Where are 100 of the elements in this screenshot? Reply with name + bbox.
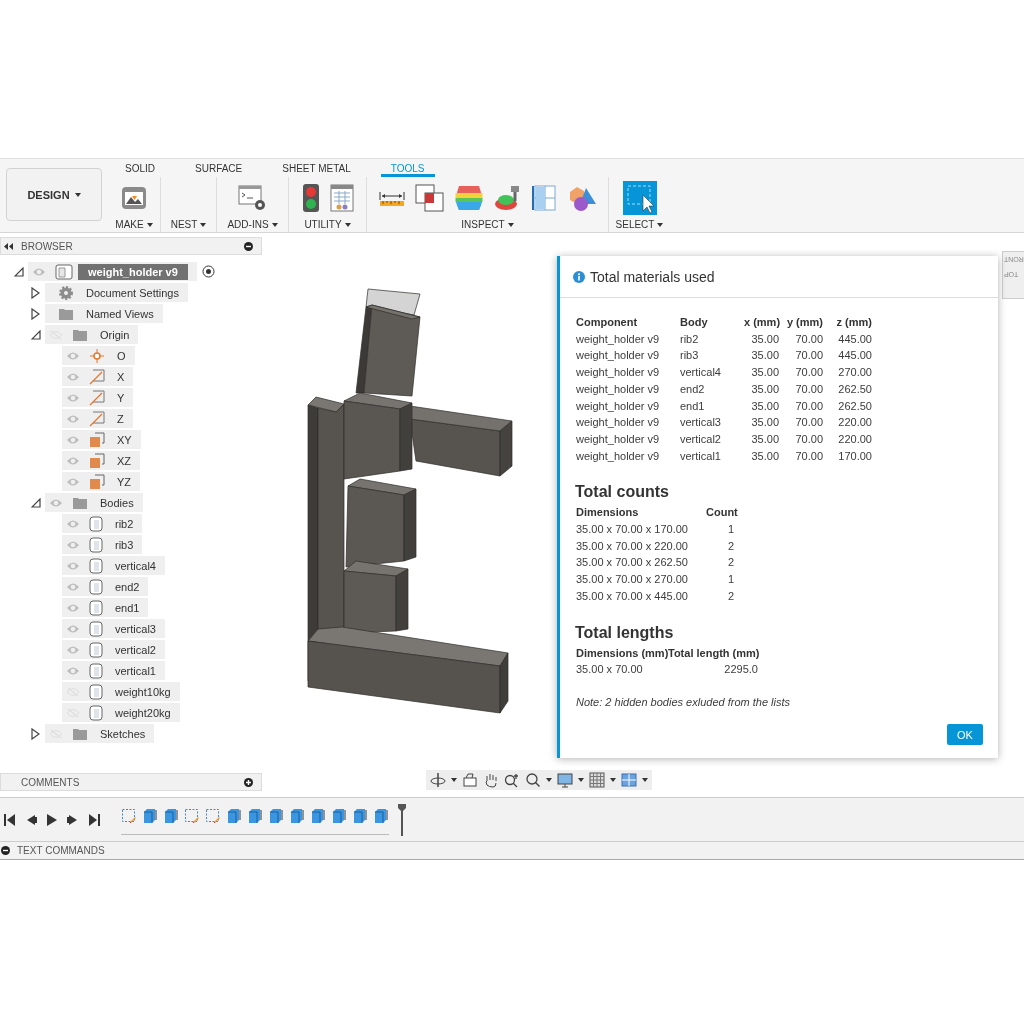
caret-icon (546, 778, 552, 782)
panel-title: TEXT COMMANDS (17, 845, 105, 856)
extrude-icon[interactable] (142, 808, 158, 824)
pan-hand-icon[interactable] (483, 772, 499, 788)
tree-item-label: Named Views (86, 307, 154, 320)
minus-circle-icon[interactable] (1, 846, 10, 855)
active-target-icon[interactable] (201, 265, 215, 278)
tree-item[interactable]: weight20kg (62, 703, 180, 722)
grid-icon[interactable] (589, 772, 605, 788)
table-cell-text: 2 (726, 588, 734, 604)
tree-item[interactable]: end2 (62, 577, 149, 596)
collapse-arrow-icon[interactable] (31, 727, 40, 740)
table-cell-text: 35.00 (750, 348, 779, 364)
overlap-squares-icon[interactable] (415, 184, 445, 212)
tree-item[interactable]: XZ (62, 451, 141, 470)
section-icon[interactable] (532, 184, 558, 212)
tab[interactable]: SOLID (115, 159, 165, 177)
body-icon (89, 599, 103, 616)
tree-item-label: XY (117, 433, 132, 446)
step-forward-icon[interactable] (67, 812, 79, 827)
extrude-icon[interactable] (268, 808, 284, 824)
extrude-icon[interactable] (331, 808, 347, 824)
toolbar-dropdown[interactable]: MAKE (115, 219, 153, 230)
tree-item[interactable]: rib3 (62, 535, 143, 554)
extrude-icon[interactable] (163, 808, 179, 824)
tree-item[interactable]: Origin (45, 325, 139, 344)
tree-item-label: Z (117, 412, 124, 425)
orbit-icon[interactable] (430, 772, 446, 788)
viewports-icon[interactable] (621, 772, 637, 788)
table-cell-text: 35.00 (750, 415, 779, 431)
toolbar-dropdown[interactable]: ADD-INS (227, 219, 278, 230)
extrude-icon[interactable] (310, 808, 326, 824)
tree-item[interactable]: rib2 (62, 514, 143, 533)
skip-start-icon[interactable] (4, 812, 16, 827)
extrude-icon[interactable] (289, 808, 305, 824)
sketch-icon[interactable] (121, 808, 137, 824)
toolbar-dropdown[interactable]: INSPECT (461, 219, 514, 230)
shapes-icon[interactable] (567, 184, 597, 212)
tab[interactable]: SHEET METAL (272, 159, 361, 177)
tree-item[interactable]: O (62, 346, 135, 365)
plane-icon (89, 473, 105, 490)
extrude-icon[interactable] (226, 808, 242, 824)
step-back-icon[interactable] (25, 812, 37, 827)
zoom-icon[interactable] (504, 772, 520, 788)
tree-item[interactable]: Document Settings (45, 283, 188, 302)
tree-item[interactable]: Bodies (45, 493, 143, 512)
minus-circle-icon[interactable] (244, 241, 253, 251)
tree-item[interactable]: weight_holder v9 (28, 262, 197, 281)
rainbow-barrel-icon[interactable] (454, 184, 484, 212)
script-gear-icon[interactable] (237, 184, 268, 212)
tree-item[interactable]: Named Views (45, 304, 163, 323)
tree-item[interactable]: vertical1 (62, 661, 165, 680)
tree-item[interactable]: vertical3 (62, 619, 165, 638)
note-text: Note: 2 hidden bodies exluded from the lists (576, 695, 792, 708)
workspace-dropdown[interactable]: DESIGN (6, 168, 102, 221)
collapse-arrow-icon[interactable] (31, 286, 40, 299)
tree-item[interactable]: Y (62, 388, 134, 407)
tree-item[interactable]: X (62, 367, 134, 386)
table-cell-text: 445.00 (837, 331, 872, 347)
tree-item[interactable]: vertical2 (62, 640, 165, 659)
extrude-icon[interactable] (247, 808, 263, 824)
toolbar-dropdown[interactable]: SELECT (615, 219, 664, 230)
skip-end-icon[interactable] (88, 812, 100, 827)
tab[interactable]: SURFACE (185, 159, 253, 177)
collapse-icon[interactable] (4, 242, 13, 250)
tree-item[interactable]: end1 (62, 598, 149, 617)
tree-item[interactable]: XY (62, 430, 141, 449)
extrude-icon[interactable] (352, 808, 368, 824)
extrude-icon[interactable] (373, 808, 389, 824)
tree-item[interactable]: vertical4 (62, 556, 165, 575)
toolbar-dropdown[interactable]: NEST (170, 219, 207, 230)
tree-item[interactable]: Z (62, 409, 133, 428)
plus-circle-icon[interactable] (244, 777, 253, 787)
display-monitor-icon[interactable] (557, 772, 573, 788)
sketch-icon[interactable] (205, 808, 221, 824)
panel-title: BROWSER (21, 240, 73, 252)
expand-arrow-icon[interactable] (13, 266, 24, 277)
tree-item[interactable]: weight10kg (62, 682, 180, 701)
toolbar-dropdown[interactable]: UTILITY (304, 219, 351, 230)
tree-item[interactable]: Sketches (45, 724, 155, 743)
tree-item-label: end2 (115, 580, 140, 593)
tree-item-label: Sketches (100, 727, 146, 740)
select-cursor-icon[interactable] (622, 181, 657, 215)
table-cell-text: 170.00 (837, 448, 872, 464)
tree-item-label: X (117, 370, 125, 383)
sketch-icon[interactable] (184, 808, 200, 824)
fit-zoom-icon[interactable] (525, 772, 541, 788)
table-cell-text: vertical3 (680, 415, 722, 431)
expand-arrow-icon[interactable] (30, 329, 41, 340)
traffic-light-icon[interactable] (301, 183, 321, 213)
timeline-marker[interactable] (398, 803, 406, 836)
table-cell-text: vertical2 (680, 431, 722, 447)
table-cell-text: end1 (680, 398, 706, 414)
tree-item[interactable]: YZ (62, 472, 141, 491)
play-icon[interactable] (46, 812, 58, 827)
expand-arrow-icon[interactable] (30, 497, 41, 508)
column-header: Dimensions (mm) (576, 645, 668, 661)
collapse-arrow-icon[interactable] (31, 307, 40, 320)
table-icon[interactable] (330, 184, 354, 212)
tree-item-label: YZ (117, 475, 132, 488)
